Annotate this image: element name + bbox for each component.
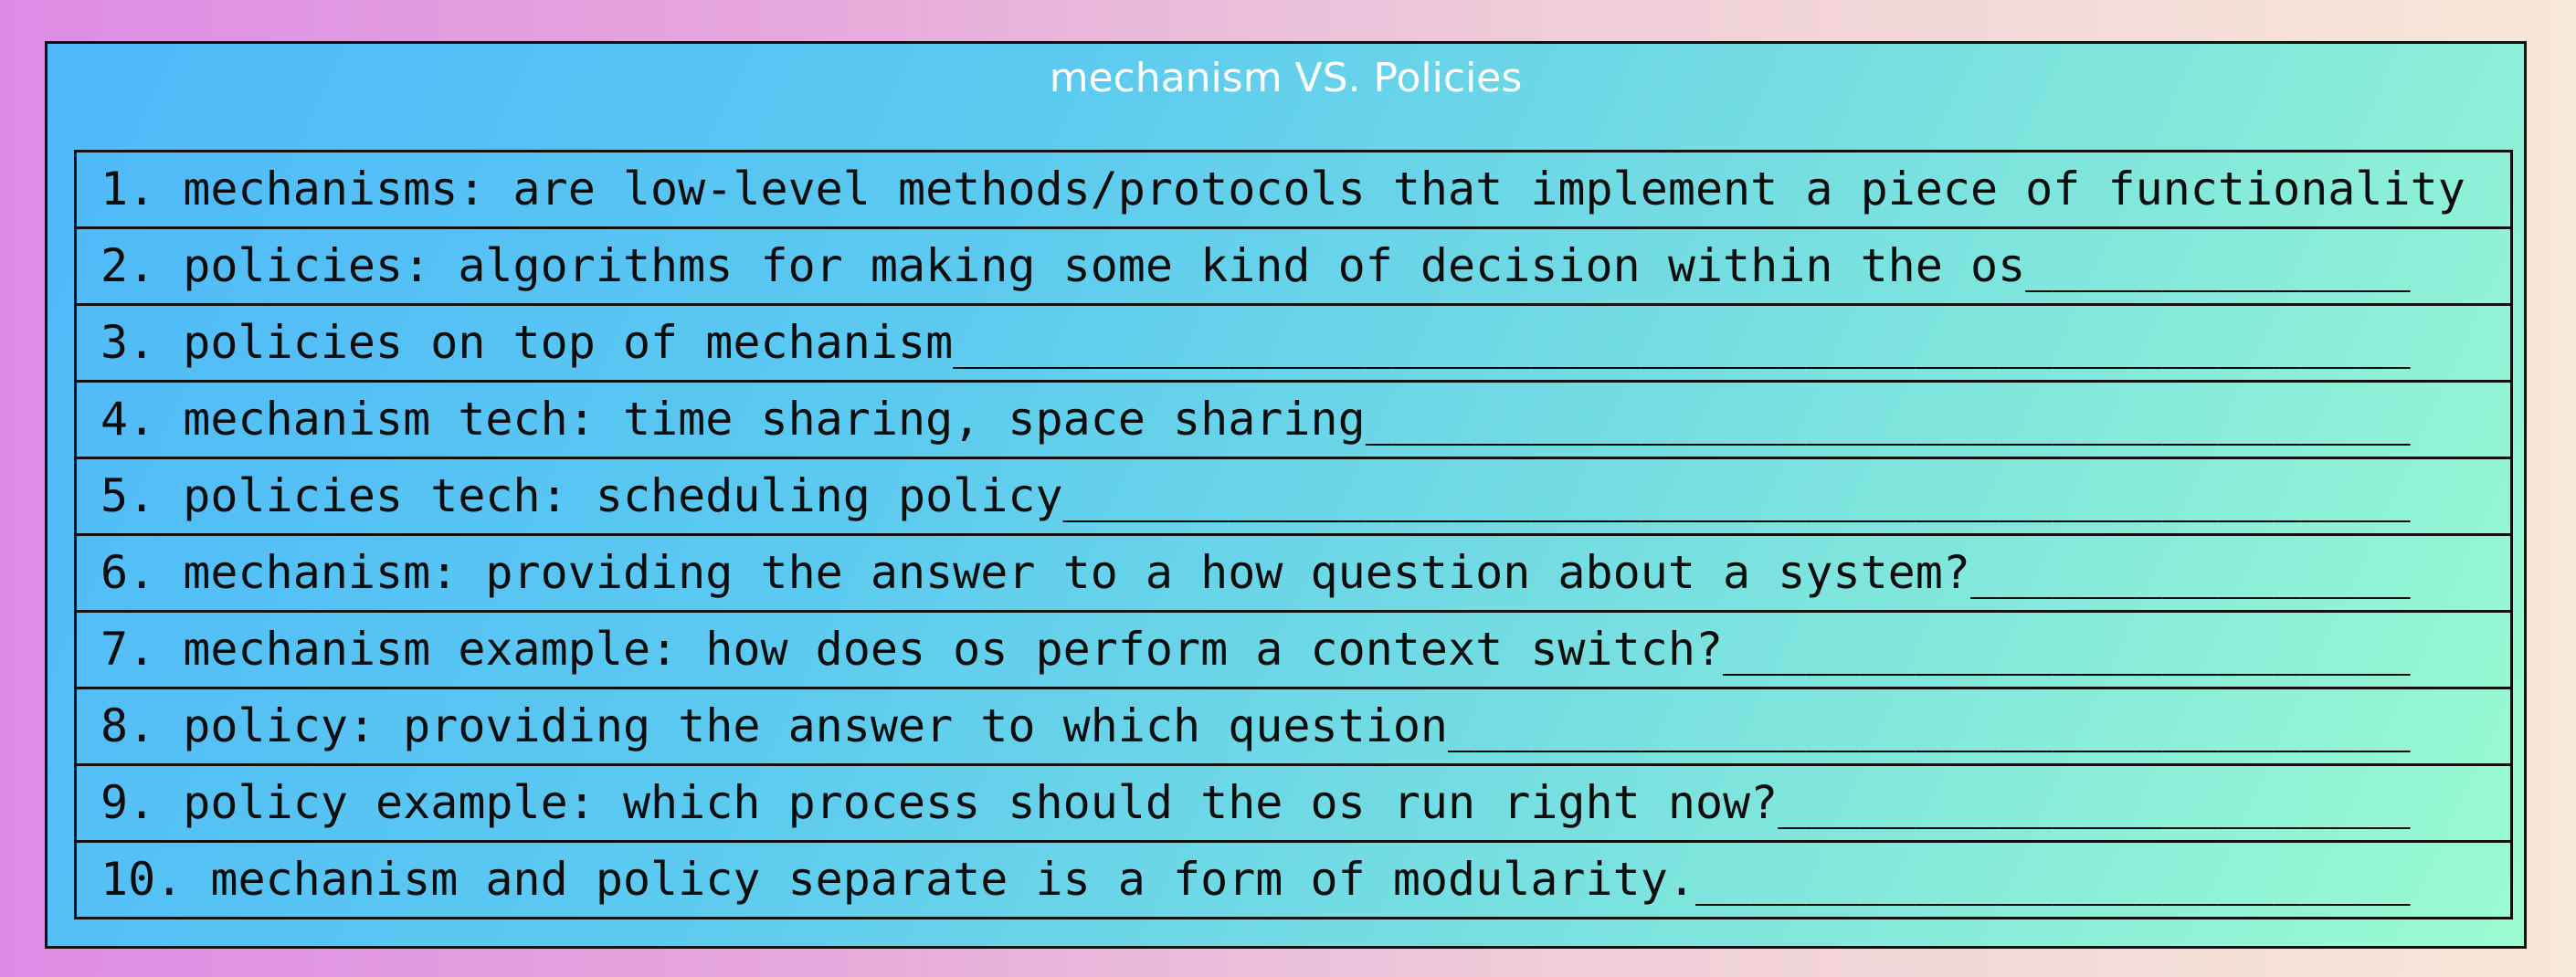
- list-item: 6. mechanism: providing the answer to a …: [77, 536, 2510, 613]
- list-item: 2. policies: algorithms for making some …: [77, 229, 2510, 306]
- list-item: 5. policies tech: scheduling policy_____…: [77, 459, 2510, 536]
- list-item: 3. policies on top of mechanism_________…: [77, 306, 2510, 383]
- diagram-panel: mechanism VS. Policies 1. mechanisms: ar…: [45, 41, 2527, 949]
- list-item: 1. mechanisms: are low-level methods/pro…: [77, 152, 2510, 229]
- list-item: 9. policy example: which process should …: [77, 766, 2510, 843]
- list-item: 7. mechanism example: how does os perfor…: [77, 613, 2510, 689]
- list-item: 4. mechanism tech: time sharing, space s…: [77, 383, 2510, 459]
- diagram-title: mechanism VS. Policies: [1049, 55, 1523, 101]
- list-item: 10. mechanism and policy separate is a f…: [77, 843, 2510, 919]
- list-box: 1. mechanisms: are low-level methods/pro…: [74, 150, 2513, 919]
- list-item: 8. policy: providing the answer to which…: [77, 689, 2510, 766]
